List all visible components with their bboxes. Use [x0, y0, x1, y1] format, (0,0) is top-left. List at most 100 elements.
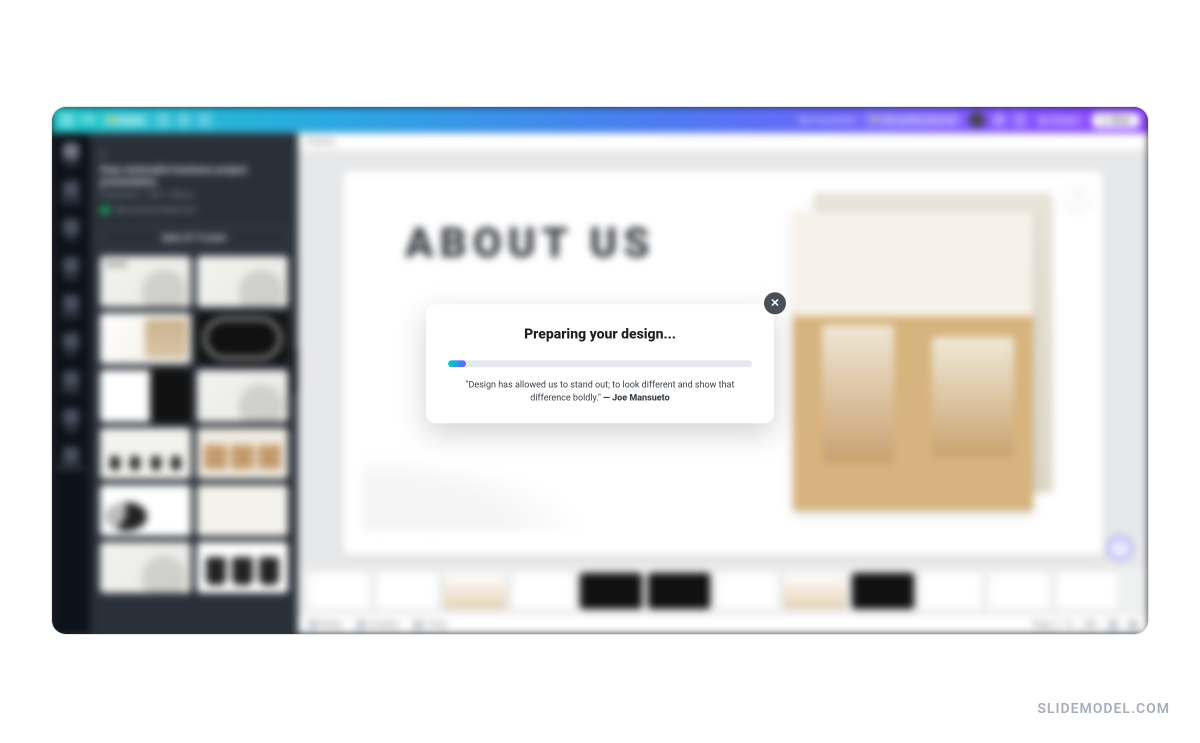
page-thumb[interactable]	[920, 573, 982, 609]
author-label: View more by Infinity Form	[114, 206, 197, 214]
rail-label: Brand	[64, 275, 77, 281]
background-icon	[63, 447, 79, 463]
page-thumb[interactable]	[852, 573, 914, 609]
page-thumb[interactable]	[784, 573, 846, 609]
crown-icon	[109, 117, 115, 123]
position-button[interactable]: Position	[306, 137, 335, 146]
resize-button[interactable]: Resize	[102, 114, 149, 127]
duration-label: Duration	[369, 620, 399, 629]
rail-text[interactable]: Text	[58, 219, 84, 243]
timer-button[interactable]: Timer	[413, 620, 447, 630]
template-title: Gray minimalist business project present…	[100, 165, 288, 189]
timer-label: Timer	[426, 620, 447, 629]
slide-heading[interactable]: ABOUT US	[405, 219, 656, 268]
template-page-thumb[interactable]	[100, 542, 191, 593]
page-thumb[interactable]	[308, 573, 370, 609]
design-panel: ‹ Gray minimalist business project prese…	[90, 133, 298, 634]
page-thumb[interactable]	[444, 573, 506, 609]
present-label: Present	[1050, 116, 1077, 125]
template-page-thumb[interactable]	[197, 370, 288, 421]
template-page-thumb[interactable]	[100, 313, 191, 364]
template-author[interactable]: View more by Infinity Form	[100, 205, 288, 215]
rail-uploads[interactable]: Uploads	[58, 295, 84, 319]
page-thumb[interactable]	[512, 573, 574, 609]
rail-design[interactable]: Design	[58, 143, 84, 167]
rail-label: Apps	[65, 427, 76, 433]
template-page-thumb[interactable]: PROJECT	[100, 256, 191, 307]
template-page-thumb[interactable]	[100, 428, 191, 479]
zoom-level[interactable]: 38%	[1083, 620, 1098, 629]
rail-elements[interactable]: Elements	[58, 181, 84, 205]
undo-icon[interactable]	[156, 113, 170, 127]
rail-label: Uploads	[62, 313, 80, 319]
share-button[interactable]: ⇪ Share	[1092, 113, 1140, 128]
page-thumb[interactable]	[580, 573, 642, 609]
progress-fill	[448, 360, 466, 367]
quote-attribution: — Joe Mansueto	[603, 393, 670, 403]
rail-label: Design	[63, 161, 78, 167]
design-icon	[63, 143, 79, 159]
page-thumb[interactable]	[988, 573, 1050, 609]
trial-button[interactable]: ♛ Get another free trial	[864, 113, 962, 127]
help-button[interactable]: ?	[1108, 536, 1132, 560]
avatar[interactable]	[969, 112, 985, 128]
timer-icon	[413, 620, 423, 630]
menu-file[interactable]: File	[81, 115, 95, 125]
share-label: Share	[1110, 116, 1131, 125]
rail-label: Background	[58, 465, 85, 471]
rail-background[interactable]: Background	[58, 447, 84, 471]
redo-icon[interactable]	[177, 113, 191, 127]
rail-draw[interactable]: Draw	[58, 333, 84, 357]
text-icon	[63, 219, 79, 235]
elements-icon	[63, 181, 79, 197]
projects-icon	[63, 371, 79, 387]
modal-title: Preparing your design...	[448, 326, 752, 342]
back-arrow-icon[interactable]: ‹	[100, 143, 114, 157]
page-thumb[interactable]	[648, 573, 710, 609]
author-avatar-icon	[100, 205, 110, 215]
page-filmstrip[interactable]	[298, 568, 1148, 614]
rail-brand[interactable]: Brand	[58, 257, 84, 281]
template-page-thumb[interactable]	[197, 256, 288, 307]
page-indicator[interactable]: Page 2 / 14	[1032, 620, 1073, 629]
template-page-thumb[interactable]	[100, 370, 191, 421]
crown-icon: ♛	[871, 115, 879, 125]
template-subtitle: Presentation • 1920 × 1080 px	[100, 191, 288, 199]
fullscreen-icon[interactable]	[1128, 620, 1138, 630]
slide-photo[interactable]	[793, 211, 1033, 511]
apply-all-pages-button[interactable]: Apply all 14 pages	[100, 227, 288, 248]
page-thumb[interactable]	[376, 573, 438, 609]
template-page-thumb[interactable]	[197, 542, 288, 593]
duration-button[interactable]: Duration	[356, 620, 399, 630]
app-logo-icon[interactable]	[60, 113, 74, 127]
rail-label: Elements	[61, 199, 82, 205]
page-thumb[interactable]	[1056, 573, 1118, 609]
status-bar: Notes Duration Timer Page 2 / 14 38%	[298, 614, 1148, 634]
template-page-thumb[interactable]	[197, 428, 288, 479]
brand-icon	[63, 257, 79, 273]
rail-label: Text	[66, 237, 76, 243]
rail-apps[interactable]: Apps	[58, 409, 84, 433]
grid-view-icon[interactable]	[1108, 620, 1118, 630]
template-page-thumb[interactable]	[100, 485, 191, 536]
template-page-thumb[interactable]	[197, 313, 288, 364]
present-button[interactable]: ▶ Present	[1034, 114, 1085, 127]
preparing-design-modal: ✕ Preparing your design... "Design has a…	[426, 304, 774, 423]
notes-button[interactable]: Notes	[308, 620, 342, 630]
trial-label: Get another free trial	[882, 116, 955, 125]
close-icon: ✕	[770, 296, 779, 309]
document-title[interactable]: My Presentation	[799, 116, 857, 125]
quote-text: "Design has allowed us to stand out; to …	[466, 380, 735, 403]
rail-label: Projects	[62, 389, 80, 395]
template-page-thumb[interactable]	[197, 485, 288, 536]
watermark: SLIDEMODEL.COM	[1037, 701, 1170, 717]
chart-icon[interactable]	[1013, 113, 1027, 127]
page-thumb[interactable]	[716, 573, 778, 609]
cloud-sync-icon	[198, 113, 212, 127]
like-button[interactable]: ♡	[1065, 183, 1091, 209]
add-collaborator-button[interactable]: +	[992, 113, 1006, 127]
play-icon: ▶	[1041, 116, 1047, 125]
close-button[interactable]: ✕	[764, 292, 786, 314]
notes-label: Notes	[321, 620, 342, 629]
rail-projects[interactable]: Projects	[58, 371, 84, 395]
